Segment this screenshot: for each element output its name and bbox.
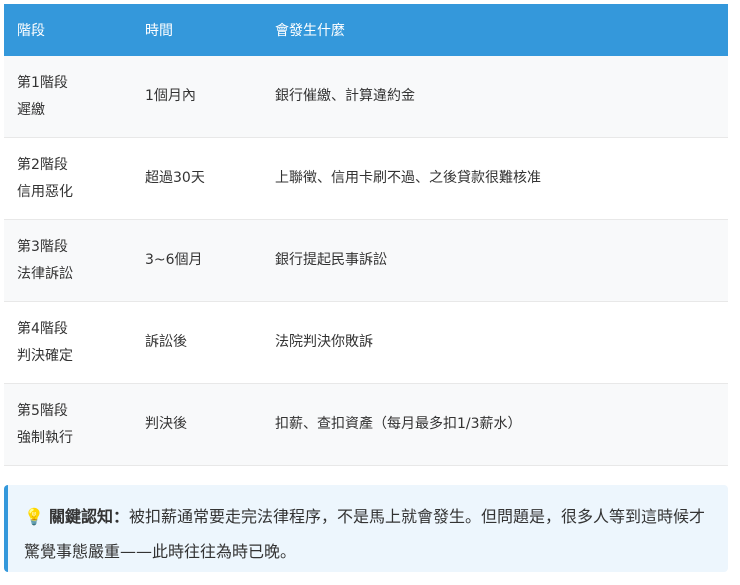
time-cell: 1個月內 xyxy=(132,56,262,138)
callout-label: 關鍵認知： xyxy=(49,507,130,526)
stage-cell: 第2階段信用惡化 xyxy=(4,137,132,220)
stage-number: 第3階段 xyxy=(17,238,68,255)
time-cell: 判決後 xyxy=(132,383,262,466)
table-row: 第3階段 法律訴訟 3~6個月 銀行提起民事訴訟 xyxy=(4,219,728,302)
what-cell: 法院判決你敗訴 xyxy=(262,301,728,384)
table-row: 第1階段 遲繳 1個月內 銀行催繳、計算違約金 xyxy=(4,56,728,138)
table-row: 第5階段 強制執行 判決後 扣薪、查扣資產（每月最多扣1/3薪水） xyxy=(4,383,728,466)
stage-name: 法律訴訟 xyxy=(17,265,73,282)
stage-cell: 第3階段法律訴訟 xyxy=(4,219,132,302)
stage-name: 強制執行 xyxy=(17,429,73,446)
header-what: 會發生什麼 xyxy=(262,4,728,56)
what-cell: 上聯徵、信用卡刷不過、之後貸款很難核准 xyxy=(262,137,728,220)
what-cell: 扣薪、查扣資產（每月最多扣1/3薪水） xyxy=(262,383,728,466)
stage-cell: 第5階段強制執行 xyxy=(4,383,132,466)
stage-name: 判決確定 xyxy=(17,347,73,364)
stage-number: 第5階段 xyxy=(17,402,68,419)
header-stage: 階段 xyxy=(4,4,132,56)
stage-number: 第4階段 xyxy=(17,320,68,337)
time-cell: 3~6個月 xyxy=(132,219,262,302)
stage-cell: 第4階段判決確定 xyxy=(4,301,132,384)
key-insight-callout: 💡 關鍵認知：被扣薪通常要走完法律程序，不是馬上就會發生。但問題是，很多人等到這… xyxy=(4,485,728,572)
what-cell: 銀行提起民事訴訟 xyxy=(262,219,728,302)
stage-cell: 第1階段遲繳 xyxy=(4,56,132,138)
stages-table: 階段 時間 會發生什麼 第1階段 遲繳 1個月內 銀行催繳、計算違約金 第2階段 信用惡化… xyxy=(4,4,728,466)
lightbulb-icon: 💡 xyxy=(24,507,44,526)
time-cell: 訴訟後 xyxy=(132,301,262,384)
table-header-row: 階段 時間 會發生什麼 xyxy=(4,4,728,56)
what-cell: 銀行催繳、計算違約金 xyxy=(262,56,728,138)
header-time: 時間 xyxy=(132,4,262,56)
stage-name: 信用惡化 xyxy=(17,183,73,200)
stage-number: 第2階段 xyxy=(17,156,68,173)
table-row: 第4階段 判決確定 訴訟後 法院判決你敗訴 xyxy=(4,301,728,384)
stage-number: 第1階段 xyxy=(17,74,68,91)
stage-name: 遲繳 xyxy=(17,101,45,118)
table-row: 第2階段 信用惡化 超過30天 上聯徵、信用卡刷不過、之後貸款很難核准 xyxy=(4,137,728,220)
time-cell: 超過30天 xyxy=(132,137,262,220)
